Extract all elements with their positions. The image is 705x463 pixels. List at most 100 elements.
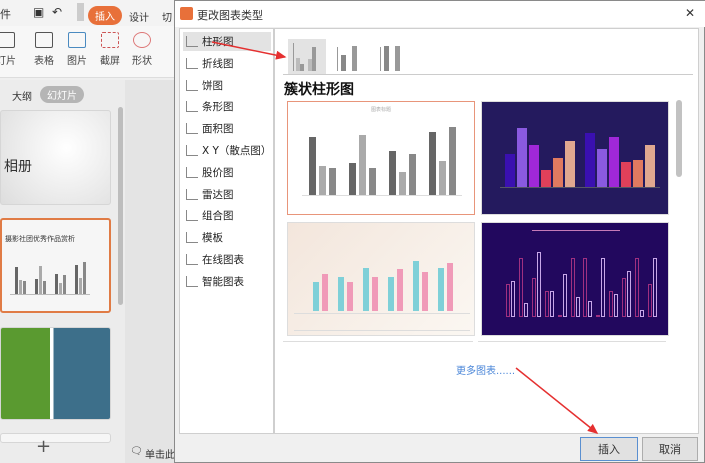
menu-file[interactable]: 件	[0, 6, 11, 22]
slide-icon	[0, 32, 15, 48]
chart-bar	[565, 140, 575, 187]
chart-bar	[549, 290, 554, 317]
chart-bar	[562, 274, 567, 317]
chart-bar	[62, 274, 66, 294]
more-charts-link[interactable]: 更多图表......	[456, 362, 515, 377]
slide-chart	[10, 260, 90, 295]
chart-bar	[363, 267, 369, 311]
chart-bar	[372, 277, 378, 311]
chart-bar	[601, 258, 606, 317]
chart-type-icon	[186, 79, 198, 91]
subtype-percent-stacked[interactable]	[378, 39, 408, 74]
cancel-button[interactable]: 取消	[642, 437, 698, 461]
chart-category-5[interactable]: X Y（散点图）	[183, 141, 271, 160]
new-slide-button[interactable]: 灯片	[0, 30, 16, 67]
chart-type-icon	[186, 254, 198, 265]
chart-bar	[18, 280, 22, 294]
thumbnails-scrollbar[interactable]	[118, 107, 123, 305]
add-slide-button[interactable]: +	[36, 436, 51, 457]
chart-category-7[interactable]: 雷达图	[183, 185, 271, 204]
save-icon[interactable]: ▣	[33, 5, 44, 19]
label: 截屏	[100, 56, 120, 67]
slide-2[interactable]: 摄影社团优秀作品赏析	[0, 218, 111, 313]
divider	[283, 74, 693, 75]
chart-bar	[448, 126, 456, 195]
chart-bar	[529, 145, 539, 187]
menu-bar: 件 ▣ ↶ 插入 设计 切	[0, 0, 175, 26]
chart-category-label: 在线图表	[202, 254, 244, 266]
chart-bar	[518, 258, 523, 317]
subtype-clustered[interactable]	[288, 39, 326, 74]
chart-bar	[622, 277, 627, 317]
chart-bar	[653, 258, 658, 317]
chart-bar	[313, 282, 319, 311]
label: 表格	[34, 56, 54, 67]
chart-category-9[interactable]: 模板	[183, 228, 271, 247]
insert-button[interactable]: 插入	[580, 437, 638, 461]
app-logo-icon	[180, 7, 193, 20]
comment-icon: 🗨	[130, 446, 143, 457]
chart-bar	[398, 171, 406, 195]
close-icon[interactable]: ✕	[685, 6, 695, 20]
chart-category-3[interactable]: 条形图	[183, 97, 271, 116]
slide-title: 摄影社团优秀作品赏析	[5, 235, 75, 243]
collapse-handle[interactable]	[77, 3, 84, 21]
chart-category-8[interactable]: 组合图	[183, 206, 271, 225]
slide-1[interactable]: 相册	[0, 110, 111, 205]
thumbnail-chart	[308, 253, 458, 311]
tab-outline[interactable]: 大纲	[12, 88, 32, 103]
slide-3[interactable]	[0, 327, 111, 420]
chart-bar	[531, 277, 536, 317]
chart-bar	[74, 264, 78, 294]
template-card-violet[interactable]	[481, 222, 669, 336]
chart-bar	[78, 278, 82, 294]
chart-type-icon	[186, 210, 198, 222]
table-button[interactable]: 表格	[34, 30, 54, 67]
tab-switch[interactable]: 切	[162, 9, 172, 24]
chart-bar	[633, 160, 643, 187]
chart-category-4[interactable]: 面积图	[183, 119, 271, 138]
chart-bar	[397, 269, 403, 311]
template-card-gray[interactable]: 图表标题	[287, 101, 475, 215]
chart-category-label: 雷达图	[202, 188, 234, 201]
template-card-purple[interactable]	[481, 101, 669, 215]
chart-bar	[609, 136, 619, 187]
template-card-pastel[interactable]	[287, 222, 475, 336]
shape-button[interactable]: 形状	[132, 30, 152, 67]
chart-bar	[614, 294, 619, 317]
chart-bar	[553, 157, 563, 187]
chart-bar	[438, 160, 446, 195]
chart-category-11[interactable]: 智能图表	[183, 272, 271, 291]
chart-category-2[interactable]: 饼图	[183, 76, 271, 95]
preview-scrollbar[interactable]	[676, 100, 682, 177]
chart-bar	[54, 273, 58, 294]
chart-category-6[interactable]: 股价图	[183, 163, 271, 182]
chart-bar	[82, 262, 86, 294]
shape-icon	[133, 32, 151, 48]
chart-category-label: 组合图	[202, 210, 234, 223]
notes-hint[interactable]: 单击此	[145, 446, 175, 461]
chart-category-1[interactable]: 折线图	[183, 54, 271, 73]
tab-insert[interactable]: 插入	[88, 6, 122, 25]
screenshot-button[interactable]: 截屏	[100, 30, 120, 67]
divider	[283, 341, 473, 342]
chart-bar	[541, 170, 551, 187]
chart-type-icon	[186, 101, 198, 113]
chart-bar	[348, 162, 356, 195]
change-chart-type-dialog: 更改图表类型 ✕ 柱形图 折线图 饼图 条形图 面积图 X Y（散点图） 股价图 雷达图 组合图…	[174, 0, 705, 463]
chart-bar	[408, 154, 416, 195]
slide-thumbnails: 相册 摄影社团优秀作品赏析 +	[0, 80, 125, 463]
chart-category-label: 柱形图	[202, 36, 234, 48]
slide-4[interactable]	[0, 433, 111, 443]
chart-bar	[557, 315, 562, 317]
chart-category-0[interactable]: 柱形图	[183, 32, 271, 51]
chart-category-label: 模板	[202, 232, 223, 245]
undo-icon[interactable]: ↶	[52, 5, 62, 19]
tab-slides[interactable]: 幻灯片	[40, 86, 84, 103]
chart-bar	[388, 277, 394, 311]
picture-button[interactable]: 图片	[67, 30, 87, 67]
tab-design[interactable]: 设计	[129, 9, 149, 24]
chart-category-10[interactable]: 在线图表	[183, 250, 271, 269]
scissors-icon	[101, 32, 119, 48]
subtype-stacked[interactable]	[335, 39, 365, 74]
